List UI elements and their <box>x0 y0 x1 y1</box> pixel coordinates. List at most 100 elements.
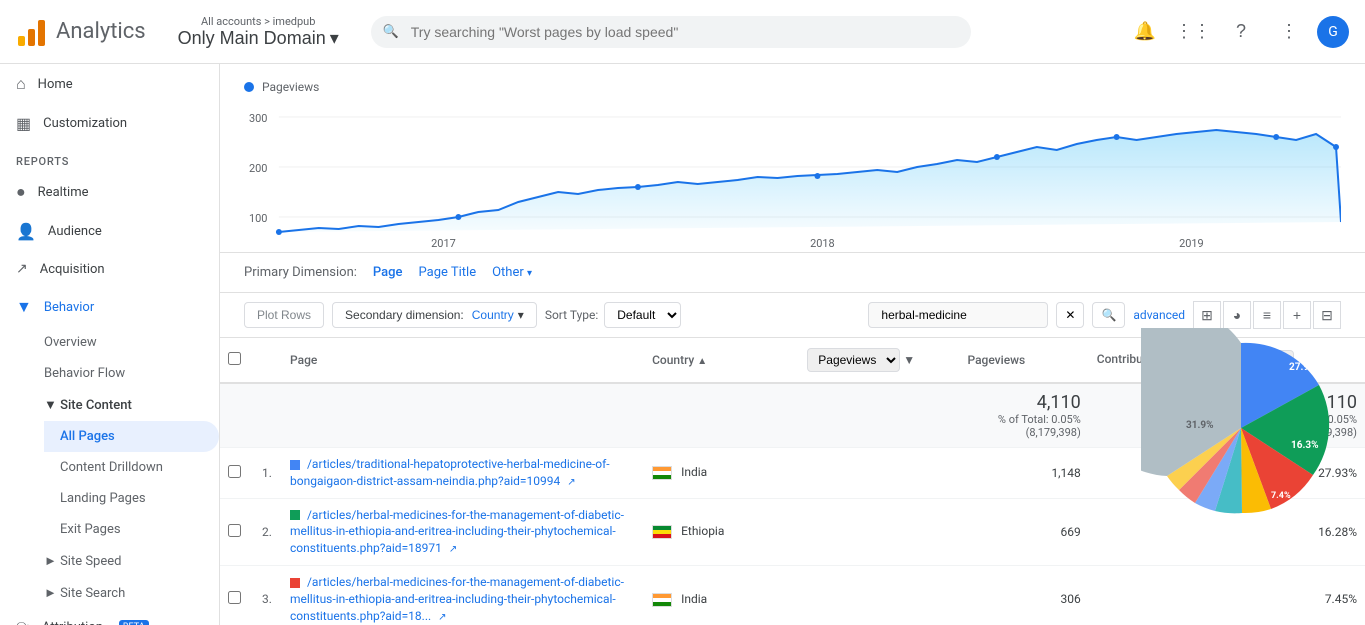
pie-chart: 27.9% 16.3% 7.4% 31.9% <box>1141 328 1341 528</box>
sidebar-item-site-search[interactable]: ► Site Search <box>44 577 219 609</box>
sidebar-item-acquisition[interactable]: ↗ Acquisition <box>0 251 219 287</box>
row-checkbox-3[interactable] <box>228 591 241 604</box>
apps-button[interactable]: ⋮⋮ <box>1173 12 1213 52</box>
country-header[interactable]: Country ▲ <box>644 338 799 383</box>
domain-button[interactable]: Only Main Domain ▾ <box>178 28 339 49</box>
sidebar-item-exit-pages[interactable]: Exit Pages <box>44 514 219 545</box>
other-chevron-icon: ▾ <box>527 268 532 279</box>
sidebar-item-all-pages[interactable]: All Pages <box>44 421 219 452</box>
page-link-1[interactable]: /articles/traditional-hepatoprotective-h… <box>282 448 644 499</box>
pie-label-1: 27.9% <box>1289 362 1317 373</box>
secondary-dimension-button[interactable]: Secondary dimension: Country ▾ <box>332 302 537 328</box>
notifications-button[interactable]: 🔔 <box>1125 12 1165 52</box>
sort-type-area: Sort Type: Default <box>545 302 681 328</box>
country-3: India <box>644 565 799 625</box>
sidebar-item-overview[interactable]: Overview <box>44 327 219 358</box>
pageviews-header: Pageviews <box>959 338 1088 383</box>
global-search-input[interactable] <box>371 16 971 48</box>
sidebar-item-customization[interactable]: ▦ Customization <box>0 104 219 143</box>
row-num-2: 2. <box>252 498 282 565</box>
sidebar-item-audience[interactable]: 👤 Audience <box>0 212 219 251</box>
search-icon: 🔍 <box>383 24 399 39</box>
row-checkbox-1[interactable] <box>228 465 241 478</box>
pageviews-1: 1,148 <box>959 448 1088 499</box>
table-view-button[interactable]: ≡ <box>1253 301 1281 329</box>
sidebar-item-site-content[interactable]: ▼ Site Content <box>44 389 219 421</box>
select-all-checkbox[interactable] <box>228 352 241 365</box>
pivot-view-button[interactable]: + <box>1283 301 1311 329</box>
total-pageviews: 4,110 <box>967 392 1080 413</box>
chevron-down-icon-site-content: ▼ <box>44 398 60 413</box>
row-num-3: 3. <box>252 565 282 625</box>
domain-selector[interactable]: All accounts > imedpub Only Main Domain … <box>178 15 339 49</box>
chart-legend: Pageviews <box>244 80 1341 94</box>
plot-rows-button[interactable]: Plot Rows <box>244 302 324 328</box>
country-2: Ethiopia <box>644 498 799 565</box>
total-pageviews-pct: % of Total: 0.05% (8,179,398) <box>967 413 1080 439</box>
grid-view-button[interactable]: ⊞ <box>1193 301 1221 329</box>
filter-apply-button[interactable]: 🔍 <box>1092 302 1125 328</box>
sidebar-label-behavior: Behavior <box>44 300 94 315</box>
page-color-2 <box>290 510 300 520</box>
more-button[interactable]: ⋮ <box>1269 12 1309 52</box>
svg-text:300: 300 <box>249 112 267 125</box>
primary-dim-label: Primary Dimension: <box>244 265 357 280</box>
advanced-link[interactable]: advanced <box>1133 308 1185 322</box>
custom-view-button[interactable]: ⊟ <box>1313 301 1341 329</box>
row-checkbox-2[interactable] <box>228 524 241 537</box>
svg-text:2018: 2018 <box>810 237 835 250</box>
sidebar-item-landing-pages[interactable]: Landing Pages <box>44 483 219 514</box>
search-bar: 🔍 <box>371 16 971 48</box>
avatar[interactable]: G <box>1317 16 1349 48</box>
attribution-icon: ⧂ <box>16 619 30 625</box>
pie-view-button[interactable]: ◕ <box>1223 301 1251 329</box>
search-filter-area: ✕ 🔍 advanced ⊞ ◕ ≡ + ⊟ <box>868 301 1341 329</box>
sidebar-item-attribution[interactable]: ⧂ Attribution BETA <box>0 609 219 625</box>
top-icons: 🔔 ⋮⋮ ? ⋮ G <box>1125 12 1349 52</box>
pageviews-legend-dot <box>244 82 254 92</box>
sidebar-item-home[interactable]: ⌂ Home <box>0 64 219 104</box>
sidebar-item-content-drilldown[interactable]: Content Drilldown <box>44 452 219 483</box>
chart-container: 300 200 100 2017 2018 2019 <box>244 102 1341 252</box>
primary-dimension-bar: Primary Dimension: Page Page Title Other… <box>220 253 1365 293</box>
sidebar-label-acquisition: Acquisition <box>40 262 105 277</box>
filter-input[interactable] <box>868 302 1048 328</box>
sidebar-item-site-speed[interactable]: ► Site Speed <box>44 545 219 577</box>
secondary-dim-value: Country <box>472 308 514 322</box>
logo-area: Analytics <box>16 16 146 48</box>
dim-option-page-title[interactable]: Page Title <box>419 265 477 280</box>
view-icons: ⊞ ◕ ≡ + ⊟ <box>1193 301 1341 329</box>
row-num-header <box>252 338 282 383</box>
pageviews-metric-header[interactable]: Pageviews ▼ <box>799 338 959 383</box>
page-link-2[interactable]: /articles/herbal-medicines-for-the-manag… <box>282 498 644 565</box>
behavior-icon: ▼ <box>16 297 32 317</box>
filter-search-button[interactable]: ✕ <box>1056 302 1084 328</box>
app-title: Analytics <box>56 19 146 44</box>
svg-text:2019: 2019 <box>1179 237 1204 250</box>
external-link-icon-2[interactable]: ↗ <box>449 544 457 555</box>
external-link-icon-3[interactable]: ↗ <box>438 612 446 623</box>
row-num-1: 1. <box>252 448 282 499</box>
dim-option-page[interactable]: Page <box>373 265 403 280</box>
pageviews-chart: 300 200 100 2017 2018 2019 <box>244 102 1341 252</box>
customization-icon: ▦ <box>16 114 31 133</box>
page-link-3[interactable]: /articles/herbal-medicines-for-the-manag… <box>282 565 644 625</box>
dim-option-other[interactable]: Other ▾ <box>492 265 532 280</box>
select-all-header <box>220 338 252 383</box>
secondary-dim-label: Secondary dimension: <box>345 308 464 322</box>
sort-type-select[interactable]: Default <box>604 302 681 328</box>
sidebar-item-behavior-flow[interactable]: Behavior Flow <box>44 358 219 389</box>
sidebar-item-realtime[interactable]: ● Realtime <box>0 172 219 212</box>
country-1: India <box>644 448 799 499</box>
flag-india-3 <box>652 593 672 607</box>
contribution-3: 7.45% <box>1089 565 1365 625</box>
external-link-icon-1[interactable]: ↗ <box>567 477 575 488</box>
sidebar-item-behavior[interactable]: ▼ Behavior <box>0 287 219 327</box>
chart-section: Pageviews 300 200 <box>220 64 1365 253</box>
pageviews-metric-select[interactable]: Pageviews <box>807 348 900 372</box>
flag-india-1 <box>652 466 672 480</box>
table-section: Page Country ▲ Pageviews <box>220 338 1365 625</box>
chevron-down-icon: ▾ <box>330 28 339 49</box>
help-button[interactable]: ? <box>1221 12 1261 52</box>
flag-ethiopia-1 <box>652 525 672 539</box>
